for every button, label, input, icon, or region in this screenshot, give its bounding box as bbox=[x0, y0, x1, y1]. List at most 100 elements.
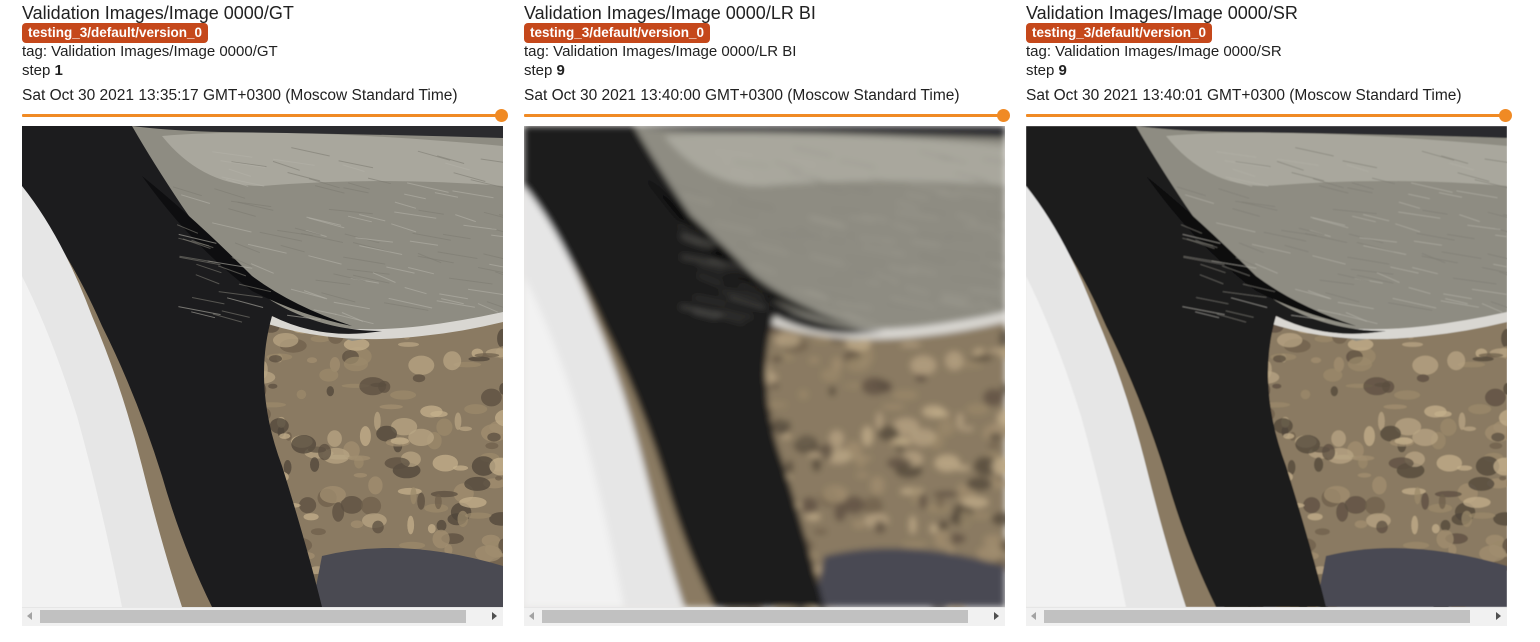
image-rock-speck bbox=[1310, 357, 1322, 364]
image-rock-speck bbox=[997, 476, 1005, 481]
image-rock-speck bbox=[1336, 502, 1349, 522]
image-rock-speck bbox=[399, 541, 426, 549]
scrollbar-thumb[interactable] bbox=[1044, 610, 1470, 623]
step-label: step bbox=[524, 62, 553, 79]
image-rock-speck bbox=[1354, 520, 1368, 529]
image-rock-speck bbox=[1458, 412, 1466, 430]
image-rock-speck bbox=[1412, 355, 1439, 375]
image-rock-speck bbox=[987, 442, 1001, 450]
image-rock-speck bbox=[1489, 442, 1503, 450]
image-rock-speck bbox=[821, 486, 848, 504]
image-rock-speck bbox=[268, 383, 278, 389]
image-rock-speck bbox=[1447, 351, 1466, 371]
image-rock-speck bbox=[420, 405, 443, 418]
horizontal-scrollbar[interactable] bbox=[524, 607, 1005, 626]
scroll-left-arrow-icon[interactable] bbox=[1031, 612, 1036, 620]
step-slider-track[interactable] bbox=[22, 114, 500, 117]
image-rock-speck bbox=[397, 487, 422, 495]
image-rock-speck bbox=[269, 418, 289, 434]
step-slider-track[interactable] bbox=[524, 114, 1002, 117]
image-rock-speck bbox=[1330, 386, 1338, 397]
image-rock-speck bbox=[475, 545, 503, 562]
scrollbar-thumb[interactable] bbox=[542, 610, 968, 623]
image-rock-speck bbox=[1438, 494, 1446, 510]
image-rock-speck bbox=[1440, 519, 1451, 532]
image-rock-speck bbox=[1479, 545, 1507, 562]
image-rock-speck bbox=[966, 476, 993, 491]
image-rock-speck bbox=[1323, 486, 1350, 504]
scroll-right-arrow-icon[interactable] bbox=[492, 612, 497, 620]
image-rock-speck bbox=[332, 502, 345, 522]
card-title: Validation Images/Image 0000/SR bbox=[1026, 3, 1298, 23]
image-rock-speck bbox=[1472, 356, 1494, 362]
image-rock-speck bbox=[408, 355, 435, 375]
scroll-right-arrow-icon[interactable] bbox=[994, 612, 999, 620]
horizontal-scrollbar[interactable] bbox=[1026, 607, 1507, 626]
image-rock-speck bbox=[1300, 389, 1311, 400]
image-rock-speck bbox=[1414, 486, 1421, 505]
timestamp: Sat Oct 30 2021 13:35:17 GMT+0300 (Mosco… bbox=[22, 87, 458, 104]
image-rock-speck bbox=[485, 442, 499, 450]
image-rock-speck bbox=[347, 455, 371, 461]
image-rock-speck bbox=[989, 432, 1003, 442]
image-rock-speck bbox=[1499, 476, 1507, 481]
image-rock-speck bbox=[1273, 355, 1286, 363]
image-rock-speck bbox=[398, 342, 419, 347]
image-rock-speck bbox=[812, 528, 828, 536]
horizontal-scrollbar[interactable] bbox=[22, 607, 503, 626]
scrollbar-thumb[interactable] bbox=[40, 610, 466, 623]
sample-image bbox=[524, 126, 1005, 607]
image-rock-speck bbox=[881, 404, 905, 410]
image-rock-speck bbox=[432, 529, 450, 549]
image-cards-grid: Validation Images/Image 0000/GT testing_… bbox=[0, 0, 1540, 642]
image-rock-speck bbox=[977, 545, 1005, 562]
tag-label: tag: Validation Images/Image 0000/SR bbox=[1026, 43, 1282, 60]
image-rock-speck bbox=[910, 428, 936, 446]
step-slider[interactable] bbox=[1026, 108, 1512, 124]
step-label: step bbox=[22, 62, 51, 79]
image-rock-speck bbox=[909, 515, 917, 535]
step-slider-thumb[interactable] bbox=[495, 109, 508, 122]
image-rock-speck bbox=[1357, 473, 1372, 478]
image-rock-speck bbox=[1412, 428, 1438, 446]
image-rock-speck bbox=[899, 487, 924, 495]
image-rock-speck bbox=[417, 492, 425, 510]
image-rock-speck bbox=[914, 374, 928, 383]
run-name-chip: testing_3/default/version_0 bbox=[1026, 23, 1213, 43]
image-rock-speck bbox=[1323, 368, 1343, 382]
step-slider-thumb[interactable] bbox=[1499, 109, 1512, 122]
scroll-right-arrow-icon[interactable] bbox=[1496, 612, 1501, 620]
image-rock-speck bbox=[808, 357, 820, 364]
image-rock-speck bbox=[810, 446, 828, 453]
step-slider[interactable] bbox=[22, 108, 508, 124]
image-rock-speck bbox=[412, 374, 426, 383]
image-rock-speck bbox=[457, 510, 469, 527]
image-rock-speck bbox=[892, 390, 919, 400]
image-rock-speck bbox=[929, 524, 938, 534]
scroll-left-arrow-icon[interactable] bbox=[529, 612, 534, 620]
scroll-left-arrow-icon[interactable] bbox=[27, 612, 32, 620]
image-rock-speck bbox=[1372, 476, 1387, 495]
image-rock-speck bbox=[1363, 426, 1375, 447]
image-rock-speck bbox=[861, 426, 873, 447]
step-info: step 1 bbox=[22, 62, 63, 80]
image-rock-speck bbox=[468, 356, 490, 362]
image-rock-speck bbox=[961, 496, 989, 508]
image-rock-speck bbox=[319, 486, 346, 504]
image-rock-speck bbox=[279, 433, 291, 439]
step-slider[interactable] bbox=[524, 108, 1010, 124]
image-rock-speck bbox=[1388, 457, 1414, 470]
image-rock-speck bbox=[874, 520, 886, 534]
image-rock-speck bbox=[886, 457, 912, 470]
image-rock-speck bbox=[306, 357, 318, 364]
image-rock-speck bbox=[343, 356, 369, 372]
image-rock-speck bbox=[459, 426, 472, 432]
image-rock-speck bbox=[1461, 510, 1473, 527]
image-rock-speck bbox=[353, 473, 368, 478]
image-rock-speck bbox=[900, 342, 921, 347]
step-slider-thumb[interactable] bbox=[997, 109, 1010, 122]
step-slider-track[interactable] bbox=[1026, 114, 1504, 117]
image-rock-speck bbox=[372, 520, 384, 534]
image-rock-speck bbox=[410, 486, 417, 505]
image-rock-speck bbox=[481, 388, 502, 407]
